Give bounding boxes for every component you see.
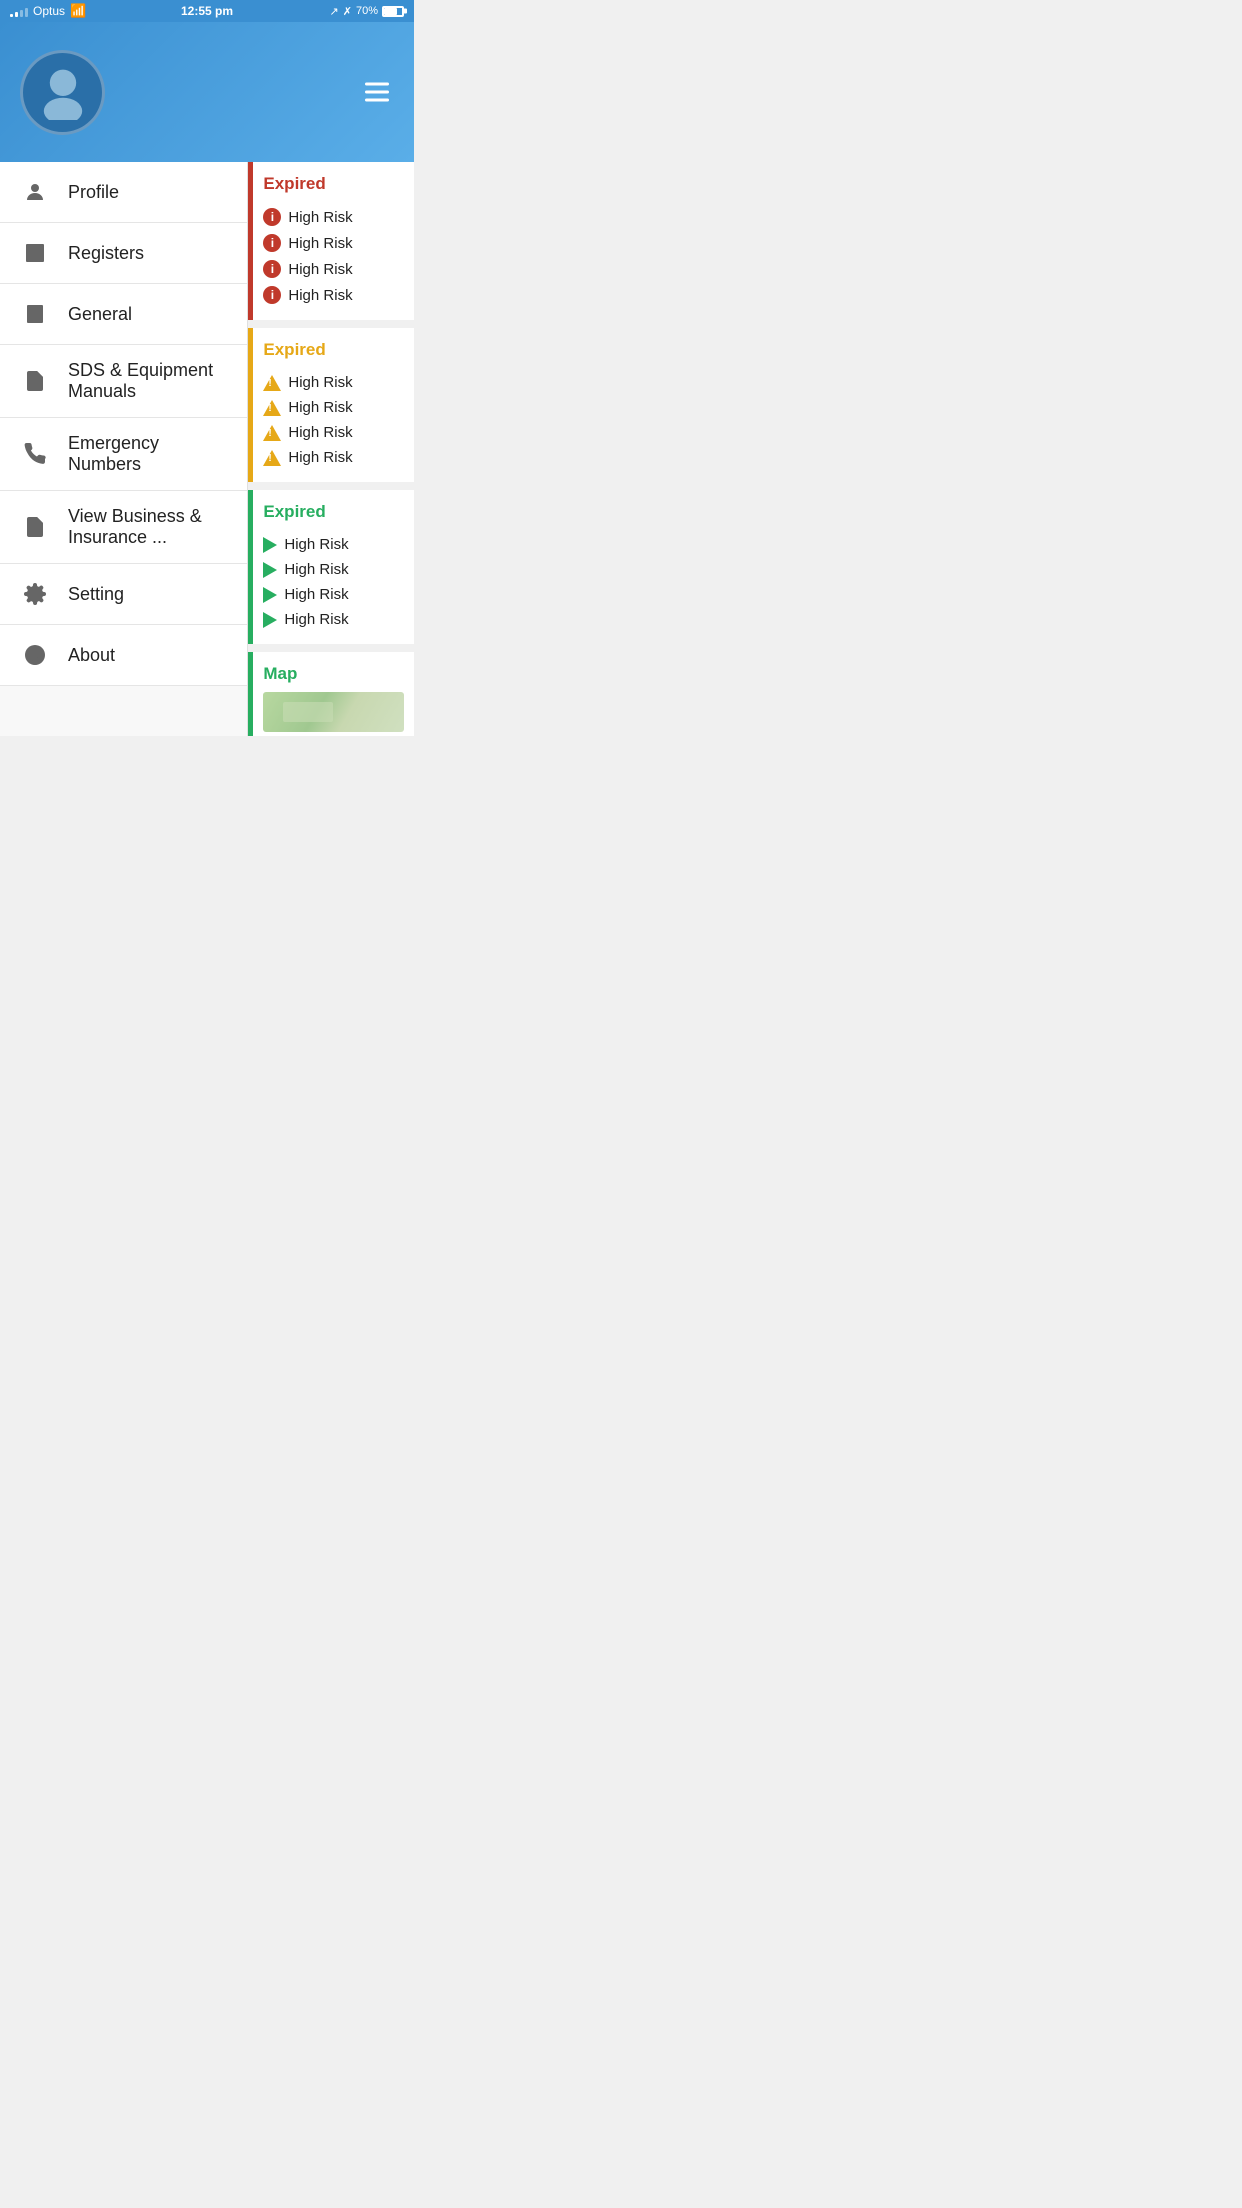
- risk-label-g4: High Risk: [284, 611, 348, 628]
- play-green-icon-3: [263, 587, 277, 603]
- hamburger-line-2: [365, 91, 389, 94]
- general-icon: [20, 299, 50, 329]
- risk-label-1: High Risk: [288, 209, 352, 226]
- warn-orange-icon-4: [263, 450, 281, 466]
- header: [0, 22, 414, 162]
- risk-item-green: High Risk: [263, 557, 404, 582]
- about-icon: [20, 640, 50, 670]
- sidebar: Profile Registers General SDS & Equipmen…: [0, 162, 248, 736]
- risk-label-o3: High Risk: [288, 424, 352, 441]
- status-bar: Optus 📶 12:55 pm ↗ ✗ 70%: [0, 0, 414, 22]
- business-icon: [20, 512, 50, 542]
- sidebar-item-about[interactable]: About: [0, 625, 247, 686]
- setting-icon: [20, 579, 50, 609]
- risk-label-o1: High Risk: [288, 374, 352, 391]
- sidebar-item-setting[interactable]: Setting: [0, 564, 247, 625]
- avatar: [20, 50, 105, 135]
- risk-label-o4: High Risk: [288, 449, 352, 466]
- hamburger-button[interactable]: [360, 78, 394, 107]
- emergency-icon: [20, 439, 50, 469]
- warn-orange-icon-3: [263, 425, 281, 441]
- location-icon: ↗: [330, 5, 339, 18]
- expired-card-red[interactable]: Expired i High Risk i High Risk i High R…: [248, 162, 414, 320]
- sidebar-label-setting: Setting: [68, 584, 124, 605]
- risk-item-orange: High Risk: [263, 420, 404, 445]
- expired-card-orange[interactable]: Expired High Risk High Risk High Risk Hi…: [248, 328, 414, 482]
- wifi-icon: 📶: [70, 3, 86, 19]
- risk-label-g2: High Risk: [284, 561, 348, 578]
- sidebar-item-profile[interactable]: Profile: [0, 162, 247, 223]
- registers-icon: [20, 238, 50, 268]
- risk-item: i High Risk: [263, 256, 404, 282]
- hamburger-line-1: [365, 83, 389, 86]
- sidebar-label-emergency: Emergency Numbers: [68, 433, 227, 475]
- info-red-icon-1: i: [263, 208, 281, 226]
- risk-item-green: High Risk: [263, 582, 404, 607]
- sidebar-label-business: View Business & Insurance ...: [68, 506, 227, 548]
- sidebar-item-emergency[interactable]: Emergency Numbers: [0, 418, 247, 491]
- play-green-icon-4: [263, 612, 277, 628]
- risk-item-green: High Risk: [263, 607, 404, 632]
- sidebar-item-general[interactable]: General: [0, 284, 247, 345]
- risk-label-g1: High Risk: [284, 536, 348, 553]
- sidebar-label-about: About: [68, 645, 115, 666]
- right-panel: Expired i High Risk i High Risk i High R…: [248, 162, 414, 736]
- risk-label-4: High Risk: [288, 287, 352, 304]
- sidebar-label-registers: Registers: [68, 243, 144, 264]
- status-left: Optus 📶: [10, 3, 86, 19]
- risk-item-green: High Risk: [263, 532, 404, 557]
- expired-title-red: Expired: [263, 174, 404, 194]
- risk-item-orange: High Risk: [263, 395, 404, 420]
- status-right: ↗ ✗ 70%: [330, 5, 404, 18]
- warn-orange-icon-2: [263, 400, 281, 416]
- profile-icon: [20, 177, 50, 207]
- risk-item: i High Risk: [263, 230, 404, 256]
- sds-icon: [20, 366, 50, 396]
- sidebar-item-business[interactable]: View Business & Insurance ...: [0, 491, 247, 564]
- risk-item-orange: High Risk: [263, 445, 404, 470]
- battery-percent: 70%: [356, 5, 378, 17]
- bluetooth-icon: ✗: [343, 5, 352, 18]
- play-green-icon-2: [263, 562, 277, 578]
- risk-label-3: High Risk: [288, 261, 352, 278]
- carrier-label: Optus: [33, 4, 65, 18]
- sidebar-label-profile: Profile: [68, 182, 119, 203]
- risk-label-2: High Risk: [288, 235, 352, 252]
- sidebar-item-sds[interactable]: SDS & Equipment Manuals: [0, 345, 247, 418]
- info-red-icon-2: i: [263, 234, 281, 252]
- expired-card-green[interactable]: Expired High Risk High Risk High Risk Hi…: [248, 490, 414, 644]
- expired-title-orange: Expired: [263, 340, 404, 360]
- map-title: Map: [263, 664, 404, 684]
- sidebar-item-registers[interactable]: Registers: [0, 223, 247, 284]
- risk-item-orange: High Risk: [263, 370, 404, 395]
- battery-icon: [382, 6, 404, 17]
- info-red-icon-3: i: [263, 260, 281, 278]
- sidebar-label-general: General: [68, 304, 132, 325]
- hamburger-line-3: [365, 99, 389, 102]
- signal-icon: [10, 5, 28, 17]
- risk-item: i High Risk: [263, 282, 404, 308]
- info-red-icon-4: i: [263, 286, 281, 304]
- time-label: 12:55 pm: [181, 4, 233, 18]
- risk-item: i High Risk: [263, 204, 404, 230]
- risk-label-o2: High Risk: [288, 399, 352, 416]
- map-preview: [263, 692, 404, 732]
- avatar-icon: [33, 60, 93, 125]
- risk-label-g3: High Risk: [284, 586, 348, 603]
- play-green-icon-1: [263, 537, 277, 553]
- sidebar-label-sds: SDS & Equipment Manuals: [68, 360, 227, 402]
- main-layout: Profile Registers General SDS & Equipmen…: [0, 162, 414, 736]
- map-card[interactable]: Map: [248, 652, 414, 736]
- expired-title-green: Expired: [263, 502, 404, 522]
- battery-fill: [384, 8, 397, 15]
- warn-orange-icon-1: [263, 375, 281, 391]
